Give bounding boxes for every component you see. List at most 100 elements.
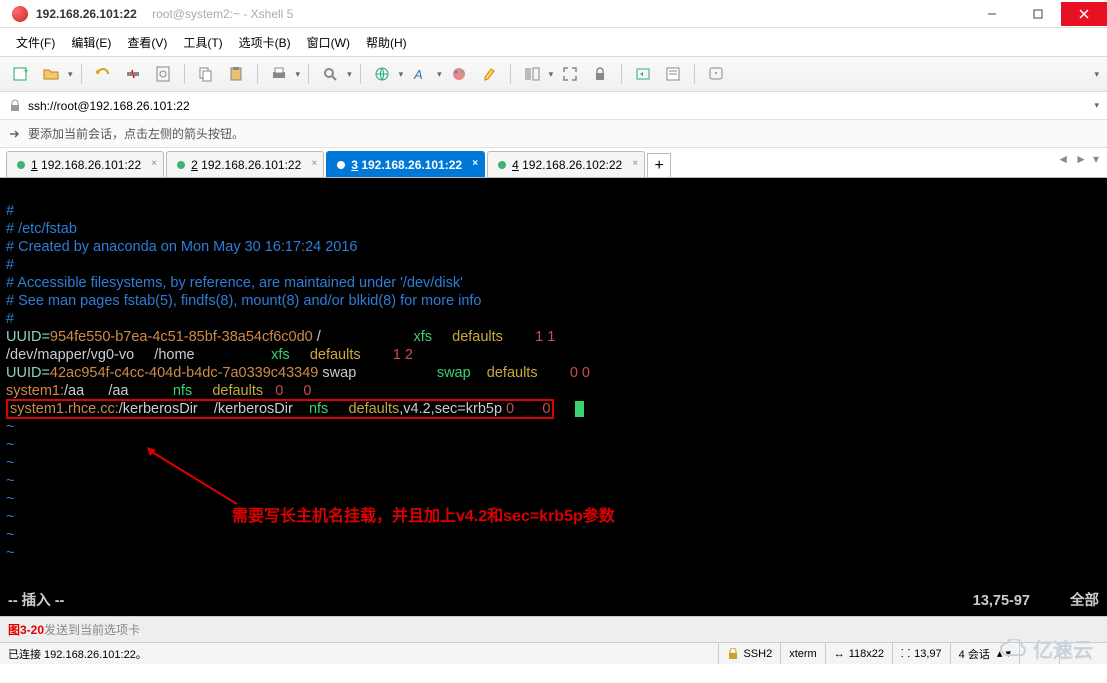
- vim-mode: -- 插入 --: [8, 592, 64, 610]
- sessions-panel-icon[interactable]: [519, 61, 545, 87]
- menu-window[interactable]: 窗口(W): [299, 30, 358, 55]
- tab-nav-menu-icon[interactable]: ▾: [1093, 152, 1099, 166]
- menu-tabs[interactable]: 选项卡(B): [231, 30, 299, 55]
- highlight-icon[interactable]: [476, 61, 502, 87]
- status-ssh: SSH2: [718, 643, 780, 664]
- separator: [360, 64, 361, 84]
- open-session-icon[interactable]: [38, 61, 64, 87]
- find-icon[interactable]: [317, 61, 343, 87]
- reconnect-icon[interactable]: [90, 61, 116, 87]
- cloud-icon: [999, 639, 1029, 659]
- tab-nav: ◄ ► ▾: [1057, 152, 1099, 166]
- tab-accel: 2: [191, 158, 198, 172]
- status-connection: 已连接 192.168.26.101:22。: [8, 646, 718, 662]
- tab-accel: 4: [512, 158, 519, 172]
- status-size: ↔ 118x22: [825, 643, 892, 664]
- menu-tools[interactable]: 工具(T): [175, 30, 230, 55]
- dropdown-icon[interactable]: ▾: [549, 69, 554, 80]
- annotation-arrow-icon: [142, 442, 262, 522]
- maximize-button[interactable]: [1015, 2, 1061, 26]
- compose-hint: 发送到当前选项卡: [44, 621, 140, 638]
- address-overflow-icon[interactable]: ▾: [1094, 100, 1099, 111]
- dropdown-icon[interactable]: ▾: [296, 69, 301, 80]
- lock-icon: [727, 648, 739, 660]
- menu-file[interactable]: 文件(F): [8, 30, 63, 55]
- menu-view[interactable]: 查看(V): [119, 30, 175, 55]
- separator: [308, 64, 309, 84]
- tab-accel: 3: [351, 158, 358, 172]
- tab-label: 192.168.26.101:22: [201, 158, 301, 172]
- properties-icon[interactable]: [150, 61, 176, 87]
- tab-2[interactable]: 2 192.168.26.101:22 ×: [166, 151, 324, 177]
- print-icon[interactable]: [266, 61, 292, 87]
- vim-status-line: -- 插入 -- 13,75-97全部: [8, 592, 1099, 610]
- address-text[interactable]: ssh://root@192.168.26.101:22: [28, 99, 190, 113]
- tab-label: 192.168.26.101:22: [361, 158, 462, 172]
- separator: [81, 64, 82, 84]
- session-hint-bar: 要添加当前会话，点击左侧的箭头按钮。: [0, 120, 1107, 148]
- encoding-icon[interactable]: [369, 61, 395, 87]
- tab-close-icon[interactable]: ×: [472, 158, 478, 169]
- window-title: 192.168.26.101:22 root@system2:~ - Xshel…: [36, 7, 969, 21]
- status-dot-icon: [17, 161, 25, 169]
- menubar: 文件(F) 编辑(E) 查看(V) 工具(T) 选项卡(B) 窗口(W) 帮助(…: [0, 28, 1107, 56]
- lock-icon: [8, 99, 22, 113]
- tab-4[interactable]: 4 192.168.26.102:22 ×: [487, 151, 645, 177]
- separator: [510, 64, 511, 84]
- titlebar: 192.168.26.101:22 root@system2:~ - Xshel…: [0, 0, 1107, 28]
- dropdown-icon[interactable]: ▾: [399, 69, 404, 80]
- toolbar-overflow-icon[interactable]: ▾: [1094, 69, 1099, 80]
- app-icon: [12, 6, 28, 22]
- new-tab-button[interactable]: +: [647, 153, 671, 177]
- close-button[interactable]: [1061, 2, 1107, 26]
- tab-3[interactable]: 3 192.168.26.101:22 ×: [326, 151, 485, 177]
- xftp-icon[interactable]: [630, 61, 656, 87]
- disconnect-icon[interactable]: [120, 61, 146, 87]
- color-scheme-icon[interactable]: [446, 61, 472, 87]
- separator: [621, 64, 622, 84]
- terminal[interactable]: ## /etc/fstab# Created by anaconda on Mo…: [0, 178, 1107, 616]
- tab-nav-left-icon[interactable]: ◄: [1057, 152, 1069, 166]
- add-session-arrow-icon[interactable]: [8, 127, 22, 141]
- menu-help[interactable]: 帮助(H): [358, 30, 415, 55]
- copy-icon[interactable]: [193, 61, 219, 87]
- separator: [694, 64, 695, 84]
- status-dot-icon: [337, 161, 345, 169]
- font-icon[interactable]: A: [407, 61, 433, 87]
- paste-icon[interactable]: [223, 61, 249, 87]
- dropdown-icon[interactable]: ▾: [437, 69, 442, 80]
- status-term: xterm: [780, 643, 825, 664]
- title-main: 192.168.26.101:22: [36, 7, 137, 21]
- vim-scroll: 全部: [1070, 592, 1099, 610]
- tabbar: 1 192.168.26.101:22 × 2 192.168.26.101:22…: [0, 148, 1107, 178]
- session-hint-text: 要添加当前会话，点击左侧的箭头按钮。: [28, 125, 244, 142]
- lock-icon[interactable]: [587, 61, 613, 87]
- annotation-text: 需要写长主机名挂载，并且加上v4.2和sec=krb5p参数: [232, 508, 615, 525]
- dropdown-icon[interactable]: ▾: [68, 69, 73, 80]
- title-sub: root@system2:~ - Xshell 5: [152, 7, 293, 21]
- fullscreen-icon[interactable]: [557, 61, 583, 87]
- script-icon[interactable]: [660, 61, 686, 87]
- dropdown-icon[interactable]: ▾: [347, 69, 352, 80]
- compose-bar[interactable]: 图3-20 发送到当前选项卡: [0, 616, 1107, 642]
- figure-label: 图3-20: [8, 621, 44, 638]
- addressbar: ssh://root@192.168.26.101:22 ▾: [0, 92, 1107, 120]
- watermark: 亿速云: [999, 634, 1093, 663]
- tab-close-icon[interactable]: ×: [311, 158, 317, 169]
- tab-label: 192.168.26.102:22: [522, 158, 622, 172]
- minimize-button[interactable]: [969, 2, 1015, 26]
- toolbar: + ▾ ▾ ▾ ▾ A ▾ ▾ ▾: [0, 56, 1107, 92]
- tab-label: 192.168.26.101:22: [41, 158, 141, 172]
- statusbar: 已连接 192.168.26.101:22。 SSH2 xterm ↔ 118x…: [0, 642, 1107, 664]
- menu-edit[interactable]: 编辑(E): [63, 30, 119, 55]
- tab-close-icon[interactable]: ×: [632, 158, 638, 169]
- tab-nav-right-icon[interactable]: ►: [1075, 152, 1087, 166]
- tab-accel: 1: [31, 158, 38, 172]
- help-icon[interactable]: [703, 61, 729, 87]
- annotation: 需要写长主机名挂载，并且加上v4.2和sec=krb5p参数: [232, 502, 615, 526]
- separator: [257, 64, 258, 84]
- watermark-text: 亿速云: [1033, 634, 1093, 663]
- tab-close-icon[interactable]: ×: [151, 158, 157, 169]
- new-session-icon[interactable]: +: [8, 61, 34, 87]
- tab-1[interactable]: 1 192.168.26.101:22 ×: [6, 151, 164, 177]
